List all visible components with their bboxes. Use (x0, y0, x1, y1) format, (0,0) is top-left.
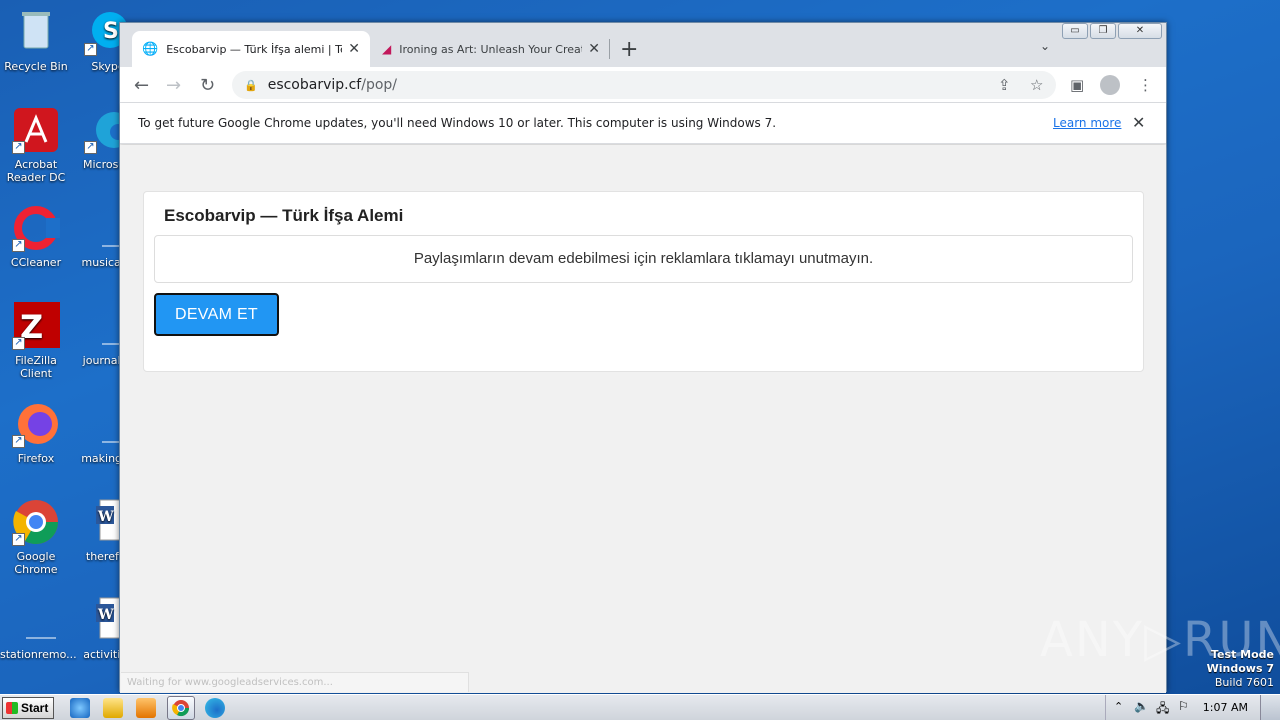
edge-icon[interactable] (205, 698, 225, 718)
shortcut-arrow-icon: ↗ (12, 239, 25, 252)
page-title: Escobarvip — Türk İfşa Alemi (164, 206, 404, 225)
url-path: /pop/ (361, 77, 398, 93)
network-icon[interactable]: 🖧 (1156, 699, 1169, 720)
desktop-icon-label: stationremo... (0, 648, 77, 661)
volume-icon[interactable]: 🔈 (1134, 699, 1149, 713)
tab-ironing-as-art[interactable]: ◢ Ironing as Art: Unleash Your Creativ ✕ (372, 31, 610, 67)
test-mode-label: Test Mode (1211, 648, 1274, 661)
kebab-menu-icon[interactable]: ⋮ (1138, 76, 1153, 94)
close-tab-icon[interactable]: ✕ (588, 41, 600, 57)
share-icon[interactable]: ⇪ (998, 76, 1011, 94)
test-mode-text: Test Mode Windows 7 Build 7601 (1207, 648, 1274, 690)
shortcut-arrow-icon: ↗ (84, 43, 97, 56)
minimize-button[interactable]: ▭ (1062, 23, 1088, 39)
new-tab-button[interactable]: + (620, 37, 638, 62)
url-host: escobarvip.cf (267, 77, 362, 93)
continue-button[interactable]: DEVAM ET (154, 293, 279, 336)
status-bubble: Waiting for www.googleadservices.com... (121, 672, 469, 692)
start-button[interactable]: Start (2, 697, 54, 719)
desktop-icon-chrome[interactable]: ↗ Google Chrome (0, 498, 72, 576)
chrome-icon: ↗ (12, 498, 60, 546)
filezilla-icon: Z ↗ (12, 302, 60, 350)
ccleaner-icon: ↗ (12, 204, 60, 252)
svg-text:S: S (103, 19, 119, 44)
content-card: Escobarvip — Türk İfşa Alemi Paylaşımlar… (143, 191, 1144, 372)
lock-icon: 🔒 (244, 78, 258, 92)
desktop-icon-label: FileZilla Client (15, 354, 57, 380)
desktop-icon-acrobat[interactable]: ↗ Acrobat Reader DC (0, 106, 72, 184)
desktop-icon-recycle-bin[interactable]: Recycle Bin (0, 8, 72, 73)
file-explorer-icon[interactable] (103, 698, 123, 718)
iron-icon: ◢ (382, 42, 392, 56)
infobar-message: To get future Google Chrome updates, you… (138, 116, 777, 130)
taskbar: Start ⌃ 🔈 🖧 ⚐ 1:07 AM (0, 694, 1280, 720)
desktop-icon-label: Acrobat Reader DC (6, 158, 66, 184)
forward-arrow-icon[interactable]: → (166, 75, 181, 96)
shortcut-arrow-icon: ↗ (12, 435, 25, 448)
shortcut-arrow-icon: ↗ (12, 141, 25, 154)
desktop-icon-filezilla[interactable]: Z ↗ FileZilla Client (0, 302, 72, 380)
tab-title: Ironing as Art: Unleash Your Creativ (399, 42, 583, 56)
desktop-icon-label: Recycle Bin (4, 60, 68, 73)
tab-strip: 🌐 Escobarvip — Türk İfşa alemi | Telegr … (120, 23, 1166, 67)
close-icon[interactable]: ✕ (1132, 113, 1145, 132)
side-panel-icon[interactable]: ▣ (1070, 76, 1084, 94)
chrome-taskbar-button[interactable] (167, 696, 195, 720)
address-bar[interactable]: 🔒 escobarvip.cf/pop/ (232, 71, 1056, 99)
media-player-icon[interactable] (136, 698, 156, 718)
close-tab-icon[interactable]: ✕ (348, 41, 360, 57)
shortcut-arrow-icon: ↗ (12, 533, 25, 546)
desktop-icon-label: CCleaner (10, 256, 62, 269)
update-infobar: To get future Google Chrome updates, you… (120, 103, 1166, 144)
restore-button[interactable]: ❐ (1090, 23, 1116, 39)
chrome-icon (172, 700, 190, 717)
windows-logo-icon (6, 702, 18, 714)
tab-escobarvip[interactable]: 🌐 Escobarvip — Türk İfşa alemi | Telegr … (132, 31, 370, 67)
page-viewport: Escobarvip — Türk İfşa Alemi Paylaşımlar… (120, 145, 1166, 693)
shortcut-arrow-icon: ↗ (12, 337, 25, 350)
tab-title: Escobarvip — Türk İfşa alemi | Telegr (166, 42, 342, 56)
browser-toolbar: ← → ↻ 🔒 escobarvip.cf/pop/ ⇪ ☆ ▣ ⋮ (120, 67, 1166, 103)
clock[interactable]: 1:07 AM (1203, 701, 1248, 714)
desktop-icon-firefox[interactable]: ↗ Firefox (0, 400, 72, 465)
acrobat-icon: ↗ (12, 106, 60, 154)
desktop-icon-label: Firefox (17, 452, 55, 465)
window-controls: ▭ ❐ ✕ (1062, 23, 1162, 39)
os-version-label: Windows 7 (1206, 662, 1274, 675)
reload-icon[interactable]: ↻ (200, 75, 215, 96)
show-desktop-button[interactable] (1260, 695, 1280, 720)
close-window-button[interactable]: ✕ (1118, 23, 1162, 39)
learn-more-link[interactable]: Learn more (1053, 116, 1121, 130)
shortcut-arrow-icon: ↗ (84, 141, 97, 154)
svg-text:W: W (97, 509, 114, 525)
system-tray: ⌃ 🔈 🖧 ⚐ 1:07 AM (1105, 695, 1280, 720)
desktop-icon-stationremo[interactable]: stationremo... (0, 596, 77, 661)
action-center-flag-icon[interactable]: ⚐ (1178, 699, 1189, 713)
desktop-icon-label: Google Chrome (14, 550, 58, 576)
internet-explorer-icon[interactable] (70, 698, 90, 718)
firefox-icon: ↗ (12, 400, 60, 448)
chevron-down-icon[interactable]: ⌄ (1040, 39, 1050, 53)
svg-text:W: W (97, 607, 114, 623)
profile-avatar-icon[interactable] (1100, 75, 1120, 95)
globe-icon: 🌐 (142, 41, 159, 57)
bookmark-star-icon[interactable]: ☆ (1030, 76, 1043, 94)
desktop-icon-ccleaner[interactable]: ↗ CCleaner (0, 204, 72, 269)
back-arrow-icon[interactable]: ← (134, 75, 149, 96)
tab-divider (609, 39, 610, 59)
start-label: Start (21, 701, 49, 715)
recycle-bin-icon (12, 8, 60, 56)
chrome-window: 🌐 Escobarvip — Türk İfşa alemi | Telegr … (119, 22, 1167, 693)
notice-box: Paylaşımların devam edebilmesi için rekl… (154, 235, 1133, 283)
blank-file-icon (12, 596, 60, 644)
chevron-up-icon[interactable]: ⌃ (1114, 700, 1123, 713)
os-build-label: Build 7601 (1214, 676, 1274, 689)
